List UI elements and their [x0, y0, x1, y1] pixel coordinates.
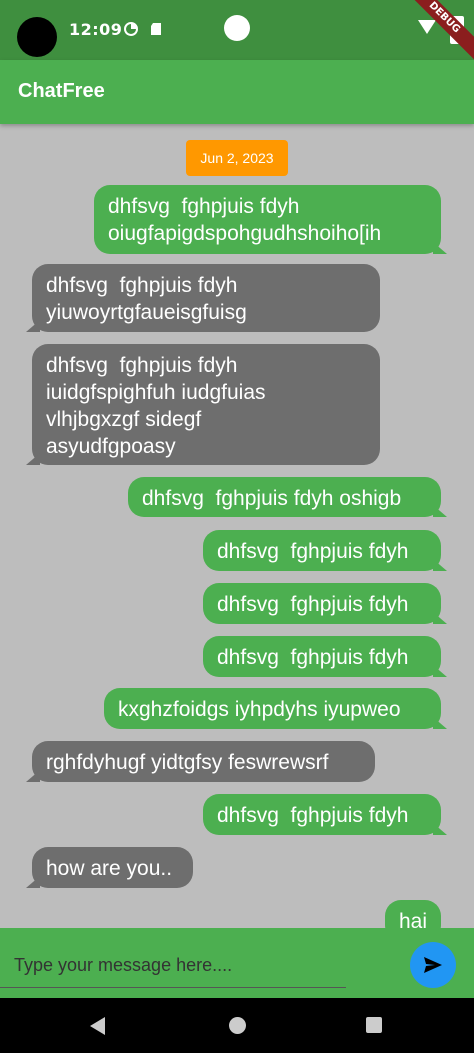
app-title: ChatFree: [18, 80, 105, 102]
send-icon: [424, 957, 442, 973]
message-bubble-incoming[interactable]: how are you..: [32, 847, 193, 888]
message-bubble-incoming[interactable]: dhfsvg fghpjuis fdyh iuidgfspighfuh iudg…: [32, 344, 380, 465]
sd-card-icon: [151, 23, 161, 35]
composer-bar: [0, 928, 474, 998]
status-bar: 12:09 DEBUG: [0, 0, 474, 67]
message-bubble-outgoing[interactable]: dhfsvg fghpjuis fdyh: [203, 794, 441, 835]
status-time: 12:09: [69, 20, 123, 39]
message-bubble-outgoing[interactable]: dhfsvg fghpjuis fdyh: [203, 530, 441, 571]
chat-list[interactable]: Jun 2, 2023 dhfsvg fghpjuis fdyh oiugfap…: [0, 124, 474, 928]
message-bubble-incoming[interactable]: rghfdyhugf yidtgfsy feswrewsrf: [32, 741, 375, 782]
message-bubble-outgoing[interactable]: kxghzfoidgs iyhpdyhs iyupweo: [104, 688, 441, 729]
notification-dot: [224, 15, 250, 41]
app-bar: ChatFree: [0, 60, 474, 124]
message-bubble-incoming[interactable]: dhfsvg fghpjuis fdyh yiuwoyrtgfaueisgfui…: [32, 264, 380, 332]
message-bubble-outgoing[interactable]: dhfsvg fghpjuis fdyh: [203, 583, 441, 624]
message-bubble-outgoing[interactable]: dhfsvg fghpjuis fdyh oiugfapigdspohgudhs…: [94, 185, 441, 254]
wifi-icon: [418, 20, 436, 34]
message-bubble-outgoing[interactable]: dhfsvg fghpjuis fdyh oshigb: [128, 477, 441, 517]
data-saver-icon: [124, 22, 138, 36]
message-bubble-outgoing[interactable]: dhfsvg fghpjuis fdyh: [203, 636, 441, 677]
back-icon[interactable]: [90, 1017, 105, 1035]
message-input[interactable]: [0, 944, 346, 988]
send-button[interactable]: [410, 942, 456, 988]
recents-icon[interactable]: [366, 1017, 382, 1033]
system-nav-bar: [0, 998, 474, 1053]
message-bubble-outgoing[interactable]: hai: [385, 900, 441, 928]
camera-cutout: [17, 17, 57, 57]
home-icon[interactable]: [229, 1017, 246, 1034]
date-chip: Jun 2, 2023: [186, 140, 288, 176]
